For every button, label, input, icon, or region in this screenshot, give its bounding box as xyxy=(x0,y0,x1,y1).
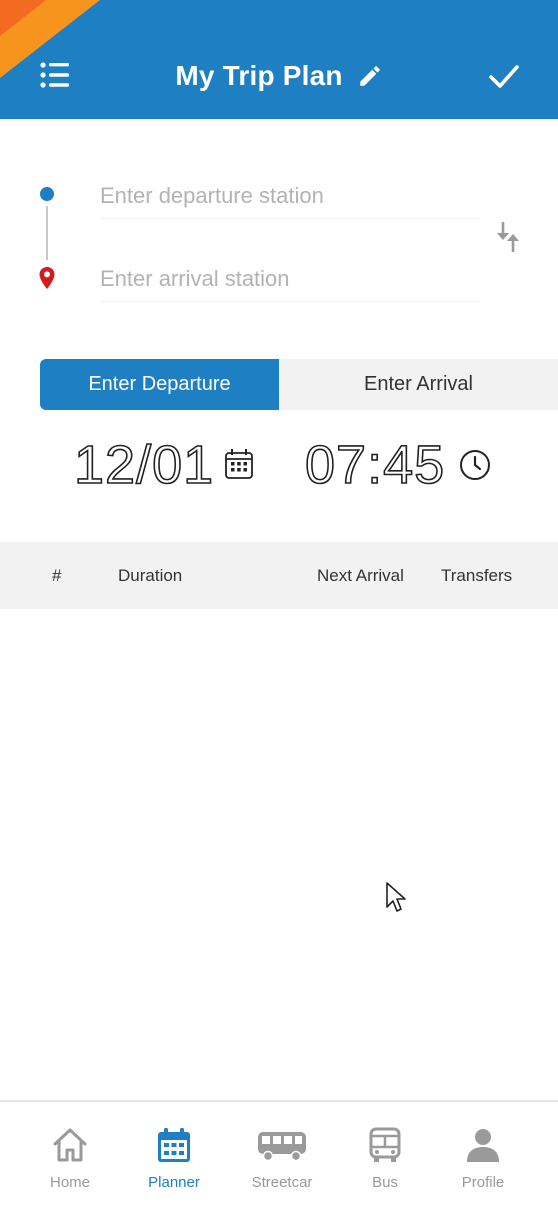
calendar-icon[interactable] xyxy=(224,448,254,480)
departure-arrival-toggle: Enter Departure Enter Arrival xyxy=(40,359,558,410)
bus-icon xyxy=(369,1127,401,1162)
location-pin-icon xyxy=(39,267,55,289)
trip-planner-screen: My Trip Plan Enter Departure Enter Arriv… xyxy=(0,0,558,1208)
results-list xyxy=(0,609,558,1099)
nav-planner[interactable]: Planner xyxy=(124,1126,224,1196)
departure-station-input[interactable] xyxy=(100,173,480,219)
station-inputs xyxy=(0,150,558,330)
time-value[interactable]: 07:45 xyxy=(304,434,445,496)
departure-dot-icon xyxy=(40,187,54,201)
nav-profile[interactable]: Profile xyxy=(433,1126,533,1196)
nav-streetcar-label: Streetcar xyxy=(251,1174,313,1191)
column-transfers[interactable]: Transfers xyxy=(441,566,512,586)
swap-vertical-icon[interactable] xyxy=(494,220,522,254)
nav-bus[interactable]: Bus xyxy=(335,1126,435,1196)
pencil-icon[interactable] xyxy=(357,63,383,89)
home-icon xyxy=(53,1128,87,1162)
check-icon[interactable] xyxy=(486,58,522,94)
calendar-icon xyxy=(158,1128,190,1162)
enter-arrival-tab[interactable]: Enter Arrival xyxy=(279,359,558,410)
nav-home[interactable]: Home xyxy=(20,1126,120,1196)
route-connector-line xyxy=(46,206,48,260)
app-header: My Trip Plan xyxy=(0,0,558,119)
column-duration[interactable]: Duration xyxy=(118,566,182,586)
clock-icon[interactable] xyxy=(458,448,492,482)
nav-profile-label: Profile xyxy=(461,1174,505,1191)
nav-streetcar[interactable]: Streetcar xyxy=(232,1126,332,1196)
nav-home-label: Home xyxy=(49,1174,90,1191)
results-table-header: # Duration Next Arrival Transfers xyxy=(0,542,558,609)
nav-planner-label: Planner xyxy=(148,1174,200,1191)
title-group: My Trip Plan xyxy=(0,56,558,96)
mouse-pointer-icon xyxy=(386,882,406,912)
date-value[interactable]: 12/01 xyxy=(73,434,214,496)
bottom-navigation: Home Planner Streetcar Bus Profile xyxy=(0,1100,558,1208)
nav-bus-label: Bus xyxy=(372,1174,398,1191)
arrival-station-input[interactable] xyxy=(100,256,480,302)
streetcar-icon xyxy=(258,1132,306,1162)
date-time-selector: 12/01 07:45 xyxy=(0,430,558,500)
enter-departure-tab[interactable]: Enter Departure xyxy=(40,359,279,410)
column-next-arrival[interactable]: Next Arrival xyxy=(317,566,404,586)
column-number[interactable]: # xyxy=(52,566,61,586)
page-title: My Trip Plan xyxy=(175,60,343,91)
person-icon xyxy=(467,1129,499,1162)
